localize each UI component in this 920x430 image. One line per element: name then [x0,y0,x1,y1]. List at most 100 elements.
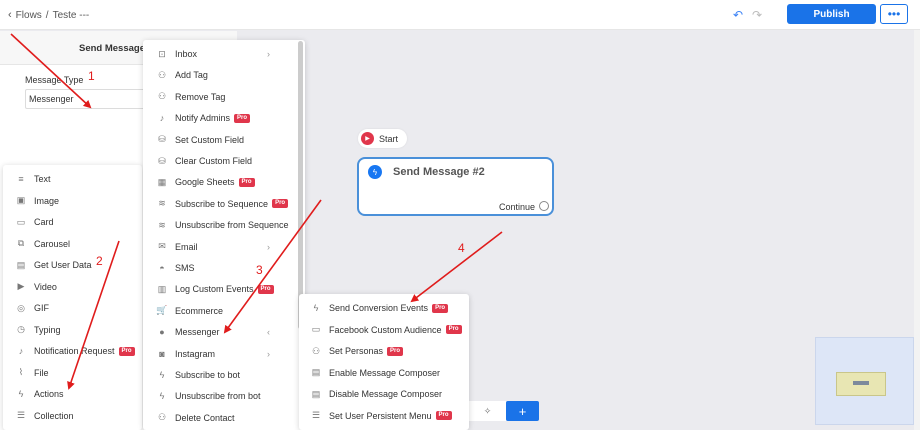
mid-menu-item-ecommerce[interactable]: 🛒 Ecommerce [143,301,305,321]
redo-icon[interactable]: ↷ [752,8,762,22]
mid-menu-item-google-sheets[interactable]: ▦ Google Sheets Pro [143,172,305,192]
card-icon: ▭ [16,216,26,227]
breadcrumb-separator: / [45,9,49,21]
left-menu-item-image[interactable]: ▣ Image [3,191,142,211]
right-menu-item-disable-message-composer[interactable]: ▤ Disable Message Composer [299,384,469,404]
annotation-number-1: 1 [88,69,95,83]
right-menu-item-facebook-custom-audience[interactable]: ▭ Facebook Custom Audience Pro [299,320,469,340]
pro-badge: Pro [432,303,449,313]
left-menu-item-card[interactable]: ▭ Card [3,212,142,232]
add-tag-icon: ⚇ [157,69,167,80]
canvas-scrollbar[interactable] [914,30,920,430]
start-node[interactable]: ▶ Start [358,129,407,148]
right-menu-item-label: Enable Message Composer [329,367,441,378]
mid-menu-item-unsubscribe-from-sequence[interactable]: ≋ Unsubscribe from Sequence [143,215,305,235]
messenger-icon: ϟ [368,165,382,179]
mid-menu-item-label: Delete Contact [175,412,235,423]
left-menu-item-text[interactable]: ≡ Text [3,169,142,189]
mid-menu-item-remove-tag[interactable]: ⚇ Remove Tag [143,87,305,107]
magic-tool-button[interactable]: ✧ [469,401,506,421]
chevron-right-icon: › [267,49,270,59]
undo-icon[interactable]: ↶ [733,8,743,22]
left-menu-item-label: Actions [34,389,64,399]
carousel-icon: ⧉ [17,238,25,248]
annotation-number-4: 4 [458,241,465,255]
mid-menu-item-unsubscribe-from-bot[interactable]: ϟ Unsubscribe from bot [143,386,305,406]
mid-menu-item-label: Log Custom Events [175,284,254,295]
mid-menu-item-label: Unsubscribe from Sequence [175,220,289,231]
message-type-select[interactable]: Messenger [25,89,155,109]
mid-menu-item-subscribe-to-sequence[interactable]: ≋ Subscribe to Sequence Pro [143,194,305,214]
pro-badge: Pro [435,411,452,420]
sparkle-icon: ✧ [483,405,492,416]
mid-menu-item-log-custom-events[interactable]: ▥ Log Custom Events Pro [143,279,305,299]
actions-submenu-scrollbar[interactable] [298,41,303,329]
left-menu-item-actions[interactable]: ϟ Actions [3,384,142,404]
left-menu-item-collection[interactable]: ☰ Collection [3,406,142,426]
keyboard-icon: ▤ [311,388,321,399]
mid-menu-item-set-custom-field[interactable]: ⛁ Set Custom Field [143,130,305,150]
right-menu-item-send-conversion-events[interactable]: ϟ Send Conversion Events Pro [299,298,469,318]
minimap[interactable] [815,337,914,425]
left-menu-item-video[interactable]: ▶ Video [3,277,142,297]
left-menu-item-get-user-data[interactable]: ▤ Get User Data [3,255,142,275]
bolt-icon: ϟ [159,370,165,380]
left-menu-item-label: Card [34,217,54,227]
video-icon: ▶ [17,281,25,291]
continue-connector-icon[interactable] [539,201,549,211]
mid-menu-item-email[interactable]: ✉ Email › [143,237,305,257]
mid-menu-item-messenger[interactable]: ● Messenger ‹ [143,322,305,342]
get-user-data-icon: ▤ [16,259,26,270]
right-menu-item-label: Send Conversion Events [329,303,429,313]
pro-badge: Pro [272,199,289,209]
right-menu-item-set-user-persistent-menu[interactable]: ☰ Set User Persistent Menu Pro [299,406,469,426]
pro-badge: Pro [257,284,274,294]
left-menu-item-file[interactable]: ⌇ File [3,363,142,383]
sheets-icon: ▦ [157,176,167,187]
left-menu-item-notification-request[interactable]: ♪ Notification Request Pro [3,341,142,361]
sequence-icon: ≋ [158,198,166,209]
left-menu-item-label: Typing [34,324,61,335]
node-continue-label: Continue [499,202,536,212]
chevron-right-icon: › [267,241,270,252]
keyboard-icon: ▤ [311,367,321,377]
back-chevron-icon[interactable]: ‹ [8,9,12,21]
messenger-icon: ● [159,327,165,338]
add-step-button[interactable]: + [506,401,539,421]
email-icon: ✉ [158,241,166,252]
mid-menu-item-notify-admins[interactable]: ♪ Notify Admins Pro [143,108,305,128]
mid-menu-item-subscribe-to-bot[interactable]: ϟ Subscribe to bot [143,365,305,385]
database-icon: ⛁ [158,155,166,166]
left-menu-item-carousel[interactable]: ⧉ Carousel [3,234,142,254]
send-message-node[interactable]: ϟ Send Message #2 Continue [357,157,554,216]
mid-menu-item-clear-custom-field[interactable]: ⛁ Clear Custom Field [143,151,305,171]
mid-menu-item-inbox[interactable]: ⊡ Inbox › [143,44,305,64]
left-menu-item-gif[interactable]: ◎ GIF [3,298,142,318]
mid-menu-item-sms[interactable]: ◓ SMS [143,258,305,278]
text-icon: ≡ [18,174,24,184]
mid-menu-item-label: Remove Tag [175,91,226,102]
pro-badge: Pro [387,346,404,356]
right-menu-item-enable-message-composer[interactable]: ▤ Enable Message Composer [299,363,469,383]
mid-menu-item-label: Set Custom Field [175,134,245,145]
publish-button[interactable]: Publish [787,4,876,24]
left-menu-item-label: Image [34,195,60,206]
left-menu-item-label: Notification Request [34,346,115,356]
left-menu-item-label: Get User Data [34,260,92,270]
mid-menu-item-delete-contact[interactable]: ⚇ Delete Contact [143,408,305,428]
right-menu-item-set-personas[interactable]: ⚇ Set Personas Pro [299,341,469,361]
mid-menu-item-label: Inbox [175,49,198,59]
left-menu-item-typing[interactable]: ◷ Typing [3,320,142,340]
mid-menu-item-instagram[interactable]: ◙ Instagram › [143,344,305,364]
more-options-button[interactable]: ••• [880,4,908,24]
mid-menu-item-add-tag[interactable]: ⚇ Add Tag [143,65,305,85]
file-icon: ⌇ [18,367,24,377]
breadcrumb-flows[interactable]: Flows [16,10,42,21]
mid-menu-item-label: Add Tag [175,70,208,81]
right-menu-item-label: Set Personas [329,346,384,356]
message-elements-menu: ≡ Text ▣ Image ▭ Card ⧉ Carousel ▤ Get User Data ▶… [3,165,142,430]
annotation-number-2: 2 [96,254,103,268]
mid-menu-item-label: Clear Custom Field [175,156,253,166]
annotation-arrow-4 [410,231,503,303]
typing-icon: ◷ [17,324,25,334]
